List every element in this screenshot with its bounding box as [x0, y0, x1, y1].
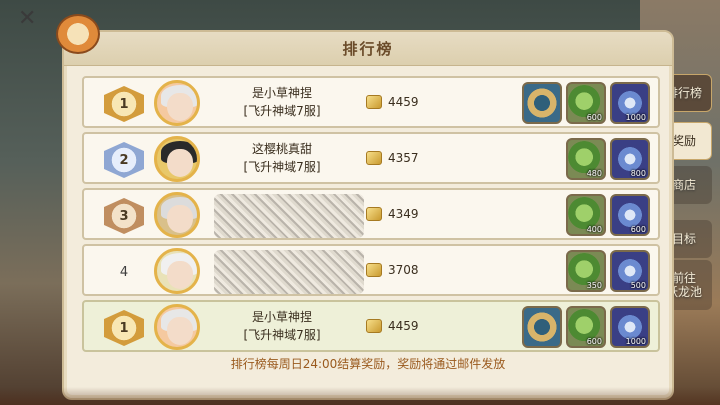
reward-orb-icon[interactable]: 800 — [610, 138, 650, 180]
score-value: 4459 — [388, 95, 419, 109]
rank-badge: 1 — [104, 86, 144, 122]
table-row: 2 这樱桃真甜 [飞升神域7服] 4357 480 800 — [82, 132, 660, 184]
player-info: 这樱桃真甜 [飞升神域7服] — [212, 140, 352, 176]
reward-ring-icon[interactable] — [522, 306, 562, 348]
settlement-note: 排行榜每周日24:00结算奖励，奖励将通过邮件发放 — [230, 357, 506, 371]
my-rank-row: 1 是小草神捏 [飞升神域7服] 4459 600 1000 — [82, 300, 660, 352]
reward-orb-icon[interactable]: 600 — [610, 194, 650, 236]
player-server: [飞升神域7服] — [243, 104, 321, 118]
reward-qty: 1000 — [625, 113, 646, 122]
player-name: 是小草神捏 — [251, 310, 312, 324]
rank-badge: 4 — [119, 264, 129, 280]
player-name: 这樱桃真甜 — [251, 142, 312, 156]
reward-qty: 500 — [630, 281, 646, 290]
reward-qty: 350 — [586, 281, 602, 290]
rank-badge: 1 — [104, 310, 144, 346]
player-info: 是小草神捏 [飞升神域7服] — [212, 84, 352, 120]
avatar[interactable] — [154, 80, 200, 126]
reward-jade-icon[interactable]: 600 — [566, 306, 606, 348]
reward-list: 600 1000 — [522, 82, 650, 124]
coin-icon — [366, 263, 382, 277]
score: 3708 — [366, 263, 419, 277]
avatar[interactable] — [154, 192, 200, 238]
reward-jade-icon[interactable]: 350 — [566, 250, 606, 292]
panel-title: 排行榜 — [342, 40, 394, 58]
score-value: 4349 — [388, 207, 419, 221]
reward-qty: 600 — [630, 225, 646, 234]
reward-list: 350 500 — [566, 250, 650, 292]
reward-qty: 400 — [586, 225, 602, 234]
score: 4357 — [366, 151, 419, 165]
reward-list: 600 1000 — [522, 306, 650, 348]
reward-orb-icon[interactable]: 1000 — [610, 306, 650, 348]
bottom-decoration — [0, 387, 720, 405]
reward-qty: 1000 — [625, 337, 646, 346]
reward-orb-icon[interactable]: 1000 — [610, 82, 650, 124]
score-value: 4357 — [388, 151, 419, 165]
coin-icon — [366, 319, 382, 333]
reward-list: 480 800 — [566, 138, 650, 180]
reward-list: 400 600 — [566, 194, 650, 236]
coin-icon — [366, 207, 382, 221]
score-value: 3708 — [388, 263, 419, 277]
reward-jade-icon[interactable]: 400 — [566, 194, 606, 236]
close-icon: ✕ — [18, 6, 37, 31]
close-button[interactable] — [56, 14, 100, 54]
panel-header: 排行榜 — [64, 32, 672, 66]
avatar[interactable] — [154, 304, 200, 350]
reward-orb-icon[interactable]: 500 — [610, 250, 650, 292]
reward-qty: 600 — [586, 113, 602, 122]
rank-badge: 2 — [104, 142, 144, 178]
rank-badge: 3 — [104, 198, 144, 234]
leaderboard-panel: 排行榜 1 是小草神捏 [飞升神域7服] 4459 600 1000 2 这樱桃… — [62, 30, 674, 400]
score-value: 4459 — [388, 319, 419, 333]
player-server: [飞升神域7服] — [243, 328, 321, 342]
avatar[interactable] — [154, 248, 200, 294]
player-name: 是小草神捏 — [251, 86, 312, 100]
reward-qty: 600 — [586, 337, 602, 346]
score: 4349 — [366, 207, 419, 221]
score: 4459 — [366, 319, 419, 333]
table-row: 1 是小草神捏 [飞升神域7服] 4459 600 1000 — [82, 76, 660, 128]
reward-qty: 800 — [630, 169, 646, 178]
table-row: 4 3708 350 500 — [82, 244, 660, 296]
player-server: [飞升神域7服] — [243, 160, 321, 174]
reward-ring-icon[interactable] — [522, 82, 562, 124]
table-row: 3 4349 400 600 — [82, 188, 660, 240]
reward-jade-icon[interactable]: 600 — [566, 82, 606, 124]
censored-name — [214, 194, 364, 238]
player-info: 是小草神捏 [飞升神域7服] — [212, 308, 352, 344]
censored-name — [214, 250, 364, 294]
coin-icon — [366, 95, 382, 109]
avatar[interactable] — [154, 136, 200, 182]
reward-qty: 480 — [586, 169, 602, 178]
reward-jade-icon[interactable]: 480 — [566, 138, 606, 180]
score: 4459 — [366, 95, 419, 109]
coin-icon — [366, 151, 382, 165]
